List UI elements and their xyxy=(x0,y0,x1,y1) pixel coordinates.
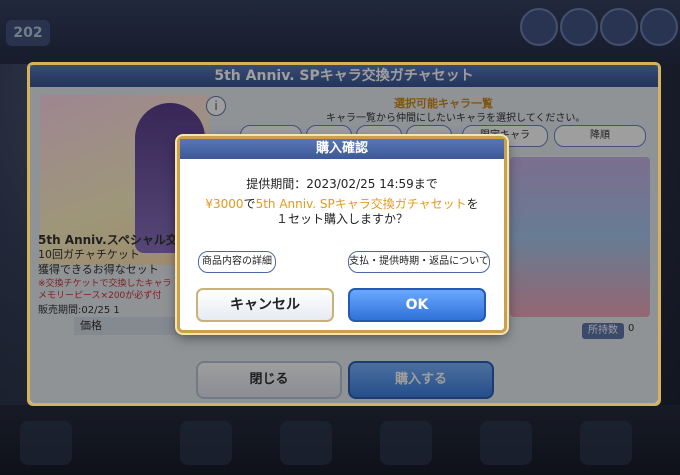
confirm-connector: で xyxy=(243,197,256,211)
purchase-confirm-dialog: 購入確認 提供期間：2023/02/25 14:59まで ¥3000で5th A… xyxy=(177,136,507,333)
product-detail-button[interactable]: 商品内容の詳細 xyxy=(198,251,276,273)
cancel-button[interactable]: キャンセル xyxy=(196,288,334,322)
confirm-suffix: を xyxy=(466,197,479,211)
confirm-message-line-2: １セット購入しますか？ xyxy=(275,212,408,226)
dialog-title: 購入確認 xyxy=(180,139,504,159)
confirm-item-name: 5th Anniv. SPキャラ交換ガチャセット xyxy=(255,197,467,211)
confirm-price: ¥3000 xyxy=(205,197,244,211)
ok-button[interactable]: OK xyxy=(348,288,486,322)
payment-terms-button[interactable]: 支払・提供時期・返品について xyxy=(348,251,490,273)
provision-period: 提供期間：2023/02/25 14:59まで xyxy=(246,177,438,191)
